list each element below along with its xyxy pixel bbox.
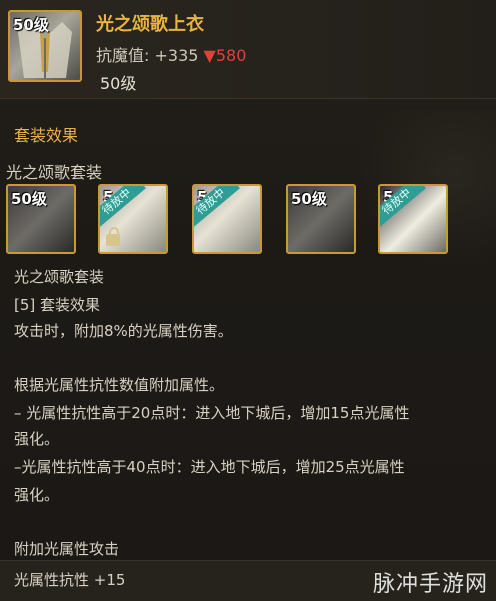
desc-line-4b: 强化。: [14, 486, 60, 504]
slot-level: 50级: [11, 190, 47, 208]
set-slot-4[interactable]: 50级: [286, 184, 356, 254]
desc-line-3b: 强化。: [14, 430, 60, 448]
lock-icon: [106, 227, 120, 246]
desc-line-4: –光属性抗性高于40点时：进入地下城后，增加25点光属性: [14, 458, 405, 476]
set-slot-5[interactable]: 5 待放中: [378, 184, 448, 254]
site-watermark: 脉冲手游网: [372, 572, 488, 597]
item-tooltip-panel: 50级 光之颂歌上衣 抗魔值: +335 ▼580 50级 套装效果 光之颂歌套…: [0, 0, 496, 601]
desc-bonus-header: [5] 套装效果: [14, 296, 101, 314]
item-stat: 抗魔值: +335 ▼580: [96, 42, 246, 66]
item-header: 50级 光之颂歌上衣 抗魔值: +335 ▼580 50级: [0, 0, 496, 99]
footer-stat: 光属性抗性 +15: [14, 571, 126, 589]
set-slot-2[interactable]: 5 待放中: [98, 184, 168, 254]
stat-change-down: ▼580: [203, 46, 247, 65]
item-title: 光之颂歌上衣: [96, 14, 204, 35]
desc-line-2: 根据光属性抗性数值附加属性。: [14, 376, 225, 394]
desc-line-1: 攻击时，附加8%的光属性伤害。: [14, 322, 233, 340]
desc-set-name: 光之颂歌套装: [14, 268, 105, 286]
item-level: 50级: [100, 74, 137, 93]
set-slots: 50级 5 待放中 5 待放中 50级 5 待放中: [0, 184, 496, 256]
coat-icon[interactable]: 50级: [8, 10, 82, 82]
desc-line-3: – 光属性抗性高于20点时：进入地下城后，增加15点光属性: [14, 404, 410, 422]
item-level-badge: 50级: [13, 16, 49, 34]
set-slot-1[interactable]: 50级: [6, 184, 76, 254]
set-effect-title: 套装效果: [14, 126, 79, 145]
slot-level: 50级: [291, 190, 327, 208]
desc-line-5: 附加光属性攻击: [14, 540, 120, 558]
stat-label: 抗魔值: +335: [96, 46, 199, 65]
set-slot-3[interactable]: 5 待放中: [192, 184, 262, 254]
set-name: 光之颂歌套装: [6, 163, 103, 182]
